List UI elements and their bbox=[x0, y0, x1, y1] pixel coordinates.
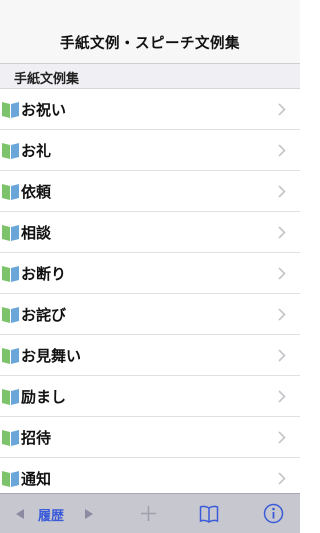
category-list: お祝い お礼 依頼 相談 お断り お詫び お見舞い 励まし 招待 通知 bbox=[0, 89, 300, 499]
book-icon[interactable] bbox=[199, 504, 219, 523]
history-button[interactable]: 履歴 bbox=[38, 505, 64, 524]
chevron-right-icon bbox=[278, 144, 286, 157]
book-icon bbox=[2, 430, 19, 446]
list-item-label: 相談 bbox=[21, 224, 52, 242]
list-item[interactable]: お詫び bbox=[0, 294, 300, 335]
info-icon[interactable] bbox=[263, 503, 284, 524]
chevron-right-icon bbox=[278, 349, 286, 362]
triangle-right-icon[interactable] bbox=[84, 509, 93, 519]
list-item[interactable]: お見舞い bbox=[0, 335, 300, 376]
list-item[interactable]: お祝い bbox=[0, 89, 300, 130]
list-item[interactable]: お礼 bbox=[0, 130, 300, 171]
book-icon bbox=[2, 102, 19, 118]
chevron-right-icon bbox=[278, 267, 286, 280]
list-item-label: お断り bbox=[21, 265, 67, 283]
chevron-right-icon bbox=[278, 390, 286, 403]
list-item-label: お祝い bbox=[21, 101, 67, 119]
chevron-right-icon bbox=[278, 103, 286, 116]
chevron-right-icon bbox=[278, 431, 286, 444]
list-item-label: お詫び bbox=[21, 306, 67, 324]
chevron-right-icon bbox=[278, 185, 286, 198]
book-icon bbox=[2, 184, 19, 200]
book-icon bbox=[2, 143, 19, 159]
section-title: 手紙文例集 bbox=[14, 72, 80, 87]
book-icon bbox=[2, 389, 19, 405]
plus-icon[interactable] bbox=[140, 505, 157, 522]
list-item-label: 通知 bbox=[21, 470, 52, 488]
book-icon bbox=[2, 266, 19, 282]
list-item[interactable]: 励まし bbox=[0, 376, 300, 417]
book-icon bbox=[2, 307, 19, 323]
book-icon bbox=[2, 471, 19, 487]
section-header: 手紙文例集 bbox=[0, 64, 300, 89]
list-item-label: 依頼 bbox=[21, 183, 52, 201]
chevron-right-icon bbox=[278, 472, 286, 485]
chevron-right-icon bbox=[278, 308, 286, 321]
chevron-right-icon bbox=[278, 226, 286, 239]
list-item-label: お礼 bbox=[21, 142, 52, 160]
book-icon bbox=[2, 225, 19, 241]
list-item-label: お見舞い bbox=[21, 347, 82, 365]
list-item[interactable]: お断り bbox=[0, 253, 300, 294]
triangle-left-icon[interactable] bbox=[16, 509, 25, 519]
book-icon bbox=[2, 348, 19, 364]
list-item[interactable]: 招待 bbox=[0, 417, 300, 458]
list-item[interactable]: 依頼 bbox=[0, 171, 300, 212]
bottom-toolbar: 履歴 bbox=[0, 493, 300, 533]
page-title: 手紙文例・スピーチ文例集 bbox=[60, 36, 240, 52]
list-item-label: 招待 bbox=[21, 429, 52, 447]
list-item[interactable]: 相談 bbox=[0, 212, 300, 253]
list-item-label: 励まし bbox=[21, 388, 67, 406]
navigation-bar: 手紙文例・スピーチ文例集 bbox=[0, 0, 300, 64]
